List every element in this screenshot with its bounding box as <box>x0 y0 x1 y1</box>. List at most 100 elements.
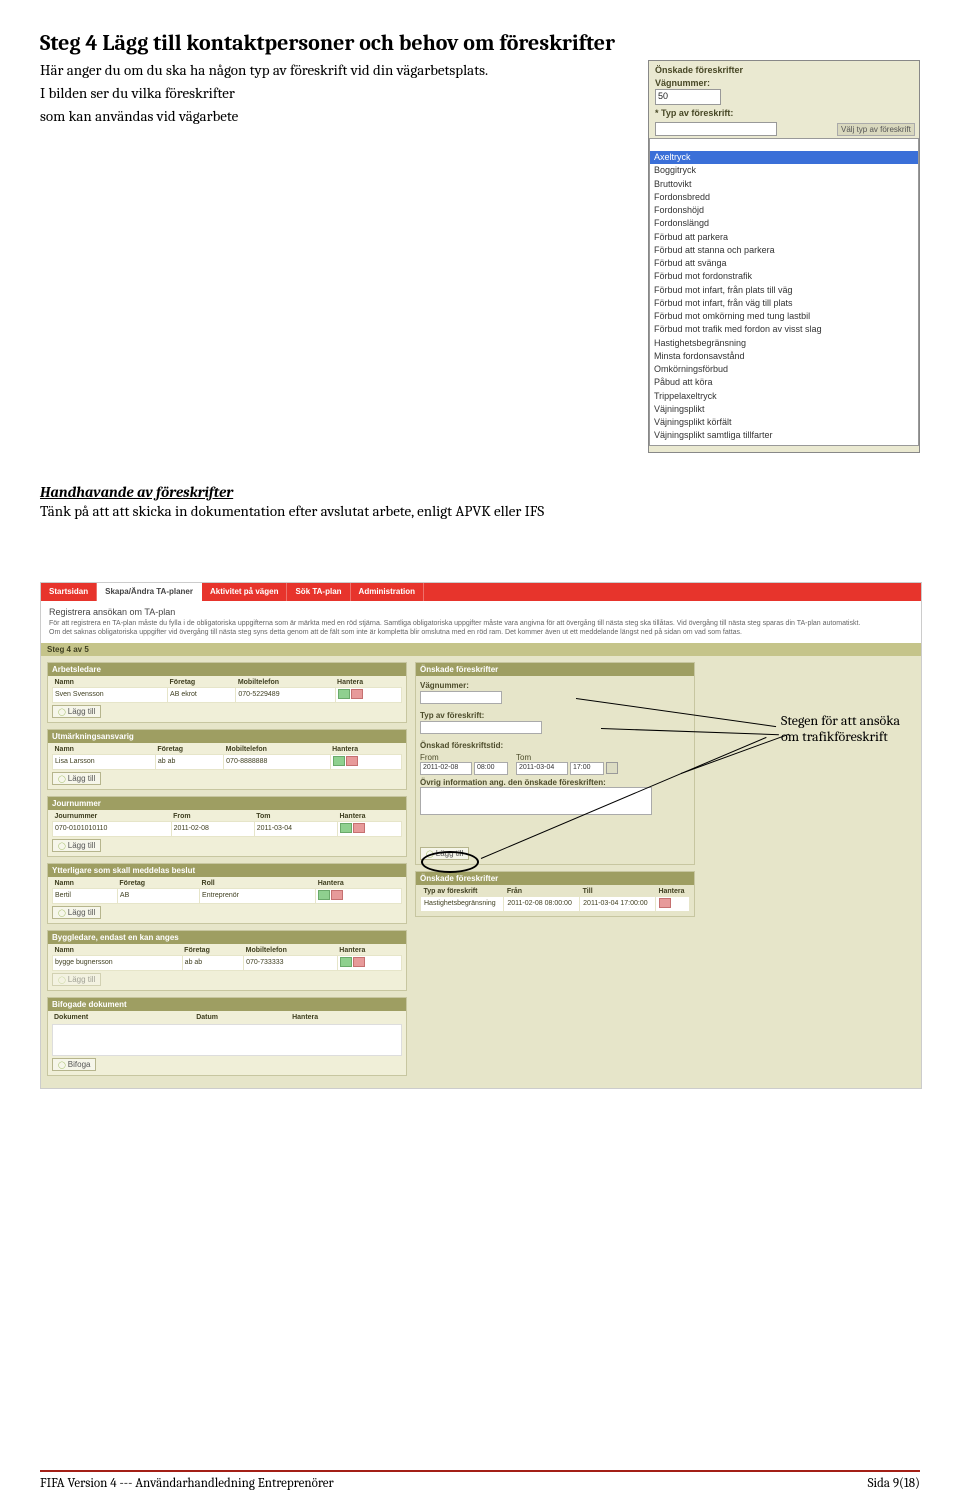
typ-option[interactable]: Fordonsbredd <box>650 191 918 204</box>
nav-tab-sok[interactable]: Sök TA-plan <box>287 583 350 601</box>
table-row: Sven Svensson AB ekrot 070-5229489 <box>53 687 402 702</box>
edit-icon[interactable] <box>340 823 352 833</box>
nav-tab-aktivitet[interactable]: Aktivitet på vägen <box>202 583 287 601</box>
vagnr-label: Vägnummer: <box>420 681 690 690</box>
ovrig-textarea[interactable] <box>420 787 652 815</box>
edit-icon[interactable] <box>318 890 330 900</box>
typ-option-list[interactable]: Axeltryck Boggitryck Bruttovikt Fordonsb… <box>649 138 919 446</box>
lagg-till-button[interactable]: Lägg till <box>52 839 101 852</box>
typ-option[interactable]: Omkörningsförbud <box>650 363 918 376</box>
panel-arbetsledare-title: Arbetsledare <box>48 663 406 676</box>
delete-icon[interactable] <box>659 898 671 908</box>
typ-label: * Typ av föreskrift: <box>655 108 913 118</box>
typ-option[interactable]: Trippelaxeltryck <box>650 390 918 403</box>
typ-select-hint: Välj typ av föreskrift <box>837 123 915 136</box>
typ-option[interactable]: Förbud mot trafik med fordon av visst sl… <box>650 323 918 336</box>
reg-title: Registrera ansökan om TA-plan <box>49 607 913 617</box>
intro-line-2b: som kan användas vid vägarbete <box>40 106 628 127</box>
lagg-till-button[interactable]: Lägg till <box>52 906 101 919</box>
nav-tab-skapa[interactable]: Skapa/Ändra TA-planer <box>97 583 202 601</box>
panel-byggledare-title: Byggledare, endast en kan anges <box>48 931 406 944</box>
delete-icon[interactable] <box>346 756 358 766</box>
vagnr-input[interactable] <box>420 691 502 704</box>
intro-line: Här anger du om du ska ha någon typ av f… <box>40 60 628 81</box>
nav-tab-start[interactable]: Startsidan <box>41 583 97 601</box>
typ-option[interactable]: Förbud mot omkörning med tung lastbil <box>650 310 918 323</box>
footer-right: Sida 9(18) <box>868 1476 920 1491</box>
typ-input[interactable] <box>420 721 542 734</box>
bifoga-button[interactable]: Bifoga <box>52 1058 96 1071</box>
delete-icon[interactable] <box>353 957 365 967</box>
typ-option[interactable]: Förbud mot fordonstrafik <box>650 270 918 283</box>
foreskrift-dropdown-screenshot: Önskade föreskrifter Vägnummer: 50 * Typ… <box>648 60 920 453</box>
typ-option[interactable]: Axeltryck <box>650 151 918 164</box>
step-heading: Steg 4 Lägg till kontaktpersoner och beh… <box>40 30 920 56</box>
lagg-till-foreskrift-button[interactable]: Lägg till <box>420 847 469 860</box>
table-row: BertilABEntreprenör <box>53 888 402 903</box>
tom-label: Tom <box>516 753 618 762</box>
lagg-till-button[interactable]: Lägg till <box>52 705 101 718</box>
table-row: bygge bugnerssonab ab070-733333 <box>53 955 402 970</box>
typ-option[interactable]: Förbud att svänga <box>650 257 918 270</box>
table-row: Lisa Larssonab ab070-8888888 <box>53 754 402 769</box>
tom-time-input[interactable]: 17:00 <box>570 762 604 775</box>
app-screenshot: Startsidan Skapa/Ändra TA-planer Aktivit… <box>40 582 922 1089</box>
nav-tab-admin[interactable]: Administration <box>351 583 424 601</box>
typ-option[interactable]: Förbud att stanna och parkera <box>650 244 918 257</box>
typ-option[interactable]: Förbud att parkera <box>650 231 918 244</box>
from-label: From <box>420 753 508 762</box>
ovrig-label: Övrig information ang. den önskade föres… <box>420 778 690 787</box>
dropdown-title: Önskade föreskrifter <box>655 65 913 75</box>
step-bar: Steg 4 av 5 <box>41 643 921 656</box>
typ-option[interactable]: Påbud att köra <box>650 376 918 389</box>
from-time-input[interactable]: 08:00 <box>474 762 508 775</box>
tid-label: Önskad föreskriftstid: <box>420 741 690 750</box>
delete-icon[interactable] <box>353 823 365 833</box>
annotation-text: Stegen för att ansöka om trafikföreskrif… <box>781 713 900 747</box>
reg-desc-1: För att registrera en TA-plan måste du f… <box>49 619 913 628</box>
calendar-icon[interactable] <box>606 762 618 774</box>
typ-option[interactable]: Väjningsplikt körfält <box>650 416 918 429</box>
reg-desc-2: Om det saknas obligatoriska uppgifter vi… <box>49 628 913 637</box>
table-row: Hastighetsbegränsning2011-02-08 08:00:00… <box>421 896 690 911</box>
typ-option[interactable]: Boggitryck <box>650 164 918 177</box>
lagg-till-button-disabled: Lägg till <box>52 973 101 986</box>
nav-bar: Startsidan Skapa/Ändra TA-planer Aktivit… <box>41 583 921 601</box>
intro-line-2a: I bilden ser du vilka föreskrifter <box>40 83 628 104</box>
panel-bifogade-title: Bifogade dokument <box>48 998 406 1011</box>
typ-option[interactable]: Bruttovikt <box>650 178 918 191</box>
typ-option[interactable]: Hastighetsbegränsning <box>650 337 918 350</box>
panel-journummer-title: Journummer <box>48 797 406 810</box>
tom-date-input[interactable]: 2011-03-04 <box>516 762 568 775</box>
typ-option[interactable]: Fordonshöjd <box>650 204 918 217</box>
sub-heading: Handhavande av föreskrifter <box>40 483 920 501</box>
table-header: Namn Företag Mobiltelefon Hantera <box>53 678 402 688</box>
typ-select[interactable] <box>655 122 777 136</box>
delete-icon[interactable] <box>351 689 363 699</box>
sub-text: Tänk på att att skicka in dokumentation … <box>40 501 920 522</box>
typ-option[interactable]: Väjningsplikt samtliga tillfarter <box>650 429 918 442</box>
edit-icon[interactable] <box>340 957 352 967</box>
vagnummer-input[interactable]: 50 <box>655 89 721 105</box>
panel-onskade-tbl-title: Önskade föreskrifter <box>416 872 694 885</box>
page-footer: FIFA Version 4 --- Användarhandledning E… <box>0 1476 960 1501</box>
edit-icon[interactable] <box>338 689 350 699</box>
table-row: 070-01010101102011-02-082011-03-04 <box>53 821 402 836</box>
typ-option[interactable]: Förbud mot infart, från plats till väg <box>650 284 918 297</box>
edit-icon[interactable] <box>333 756 345 766</box>
vagnummer-label: Vägnummer: <box>655 78 913 88</box>
lagg-till-button[interactable]: Lägg till <box>52 772 101 785</box>
from-date-input[interactable]: 2011-02-08 <box>420 762 472 775</box>
panel-ytterligare-title: Ytterligare som skall meddelas beslut <box>48 864 406 877</box>
typ-label: Typ av föreskrift: <box>420 711 690 720</box>
panel-onskade-title: Önskade föreskrifter <box>416 663 694 676</box>
panel-utmarkning-title: Utmärkningsansvarig <box>48 730 406 743</box>
typ-option[interactable]: Förbud mot infart, från väg till plats <box>650 297 918 310</box>
footer-left: FIFA Version 4 --- Användarhandledning E… <box>40 1476 334 1491</box>
typ-option[interactable]: Väjningsplikt <box>650 403 918 416</box>
empty-doc-list <box>52 1024 402 1056</box>
footer-rule <box>40 1470 920 1472</box>
typ-option[interactable]: Fordonslängd <box>650 217 918 230</box>
delete-icon[interactable] <box>331 890 343 900</box>
typ-option[interactable]: Minsta fordonsavstånd <box>650 350 918 363</box>
